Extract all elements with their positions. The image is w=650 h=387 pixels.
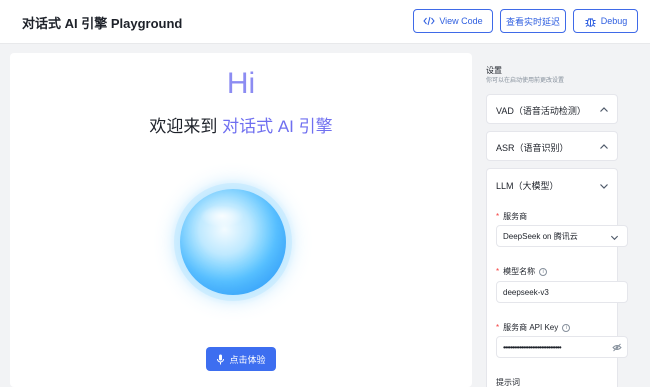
required-marker: * (496, 323, 500, 332)
start-experience-label: 点击体验 (229, 354, 266, 365)
top-bar: 对话式 AI 引擎 Playground View Code 查看实时延迟 De… (0, 0, 650, 44)
microphone-icon (217, 354, 225, 364)
prompt-label-text: 提示词 (496, 378, 520, 387)
provider-select[interactable]: DeepSeek on 腾讯云 (496, 225, 628, 247)
model-name-input[interactable]: deepseek-v3 (496, 281, 628, 303)
provider-select-value: DeepSeek on 腾讯云 (503, 231, 578, 241)
voice-orb-highlight (200, 205, 244, 227)
model-label-text: 模型名称 (503, 267, 536, 276)
settings-subtitle: 你可以在启动使用前更改设置 (486, 78, 565, 84)
required-marker: * (496, 212, 500, 221)
code-icon (423, 16, 435, 26)
welcome-prefix: 欢迎来到 (149, 117, 223, 136)
provider-label-text: 服务商 (503, 212, 528, 221)
realtime-latency-label: 查看实时延迟 (505, 16, 560, 27)
api-key-label-text: 服务商 API Key (503, 323, 559, 332)
model-name-value: deepseek-v3 (503, 287, 549, 297)
welcome-brand: 对话式 AI 引擎 (222, 117, 333, 136)
chevron-down-icon (600, 184, 608, 189)
vad-section-label: VAD（语音活动检测） (496, 106, 586, 116)
api-key-field-label: * 服务商 API Key i (496, 322, 571, 333)
view-code-button[interactable]: View Code (413, 9, 493, 33)
prompt-field-label: 提示词 (496, 377, 520, 387)
required-marker: * (496, 267, 500, 276)
app-title: 对话式 AI 引擎 Playground (22, 16, 183, 31)
vad-section-header[interactable]: VAD（语音活动检测） (486, 94, 618, 124)
model-field-label: * 模型名称 i (496, 266, 548, 277)
provider-field-label: * 服务商 (496, 211, 527, 222)
info-icon[interactable]: i (562, 323, 571, 332)
asr-section-header[interactable]: ASR（语音识别） (486, 131, 618, 161)
asr-section-label: ASR（语音识别） (496, 143, 569, 153)
llm-section: LLM（大模型） * 服务商 DeepSeek on 腾讯云 * 模型名称 i … (486, 168, 628, 387)
eye-off-icon[interactable] (612, 343, 622, 352)
playground-main: Hi 欢迎来到 对话式 AI 引擎 点击体验 (10, 53, 472, 387)
realtime-latency-button[interactable]: 查看实时延迟 (500, 9, 566, 33)
bug-icon (585, 17, 596, 27)
greeting-heading: Hi (226, 67, 256, 100)
llm-section-label: LLM（大模型） (496, 181, 559, 191)
chevron-down-icon (610, 235, 619, 241)
welcome-text: 欢迎来到 对话式 AI 引擎 (10, 112, 472, 137)
chevron-up-icon (600, 107, 608, 112)
info-icon[interactable]: i (539, 267, 548, 276)
debug-button[interactable]: Debug (573, 9, 638, 33)
api-key-input[interactable]: •••••••••••••••••••••••••••••••• (496, 336, 628, 358)
api-key-masked-value: •••••••••••••••••••••••••••••••• (503, 342, 562, 352)
voice-orb (180, 189, 286, 295)
settings-panel: 设置 你可以在启动使用前更改设置 VAD（语音活动检测） ASR（语音识别） L… (480, 53, 650, 387)
view-code-label: View Code (439, 16, 483, 26)
debug-label: Debug (600, 16, 628, 26)
chevron-up-icon (600, 144, 608, 149)
start-experience-button[interactable]: 点击体验 (206, 347, 276, 371)
